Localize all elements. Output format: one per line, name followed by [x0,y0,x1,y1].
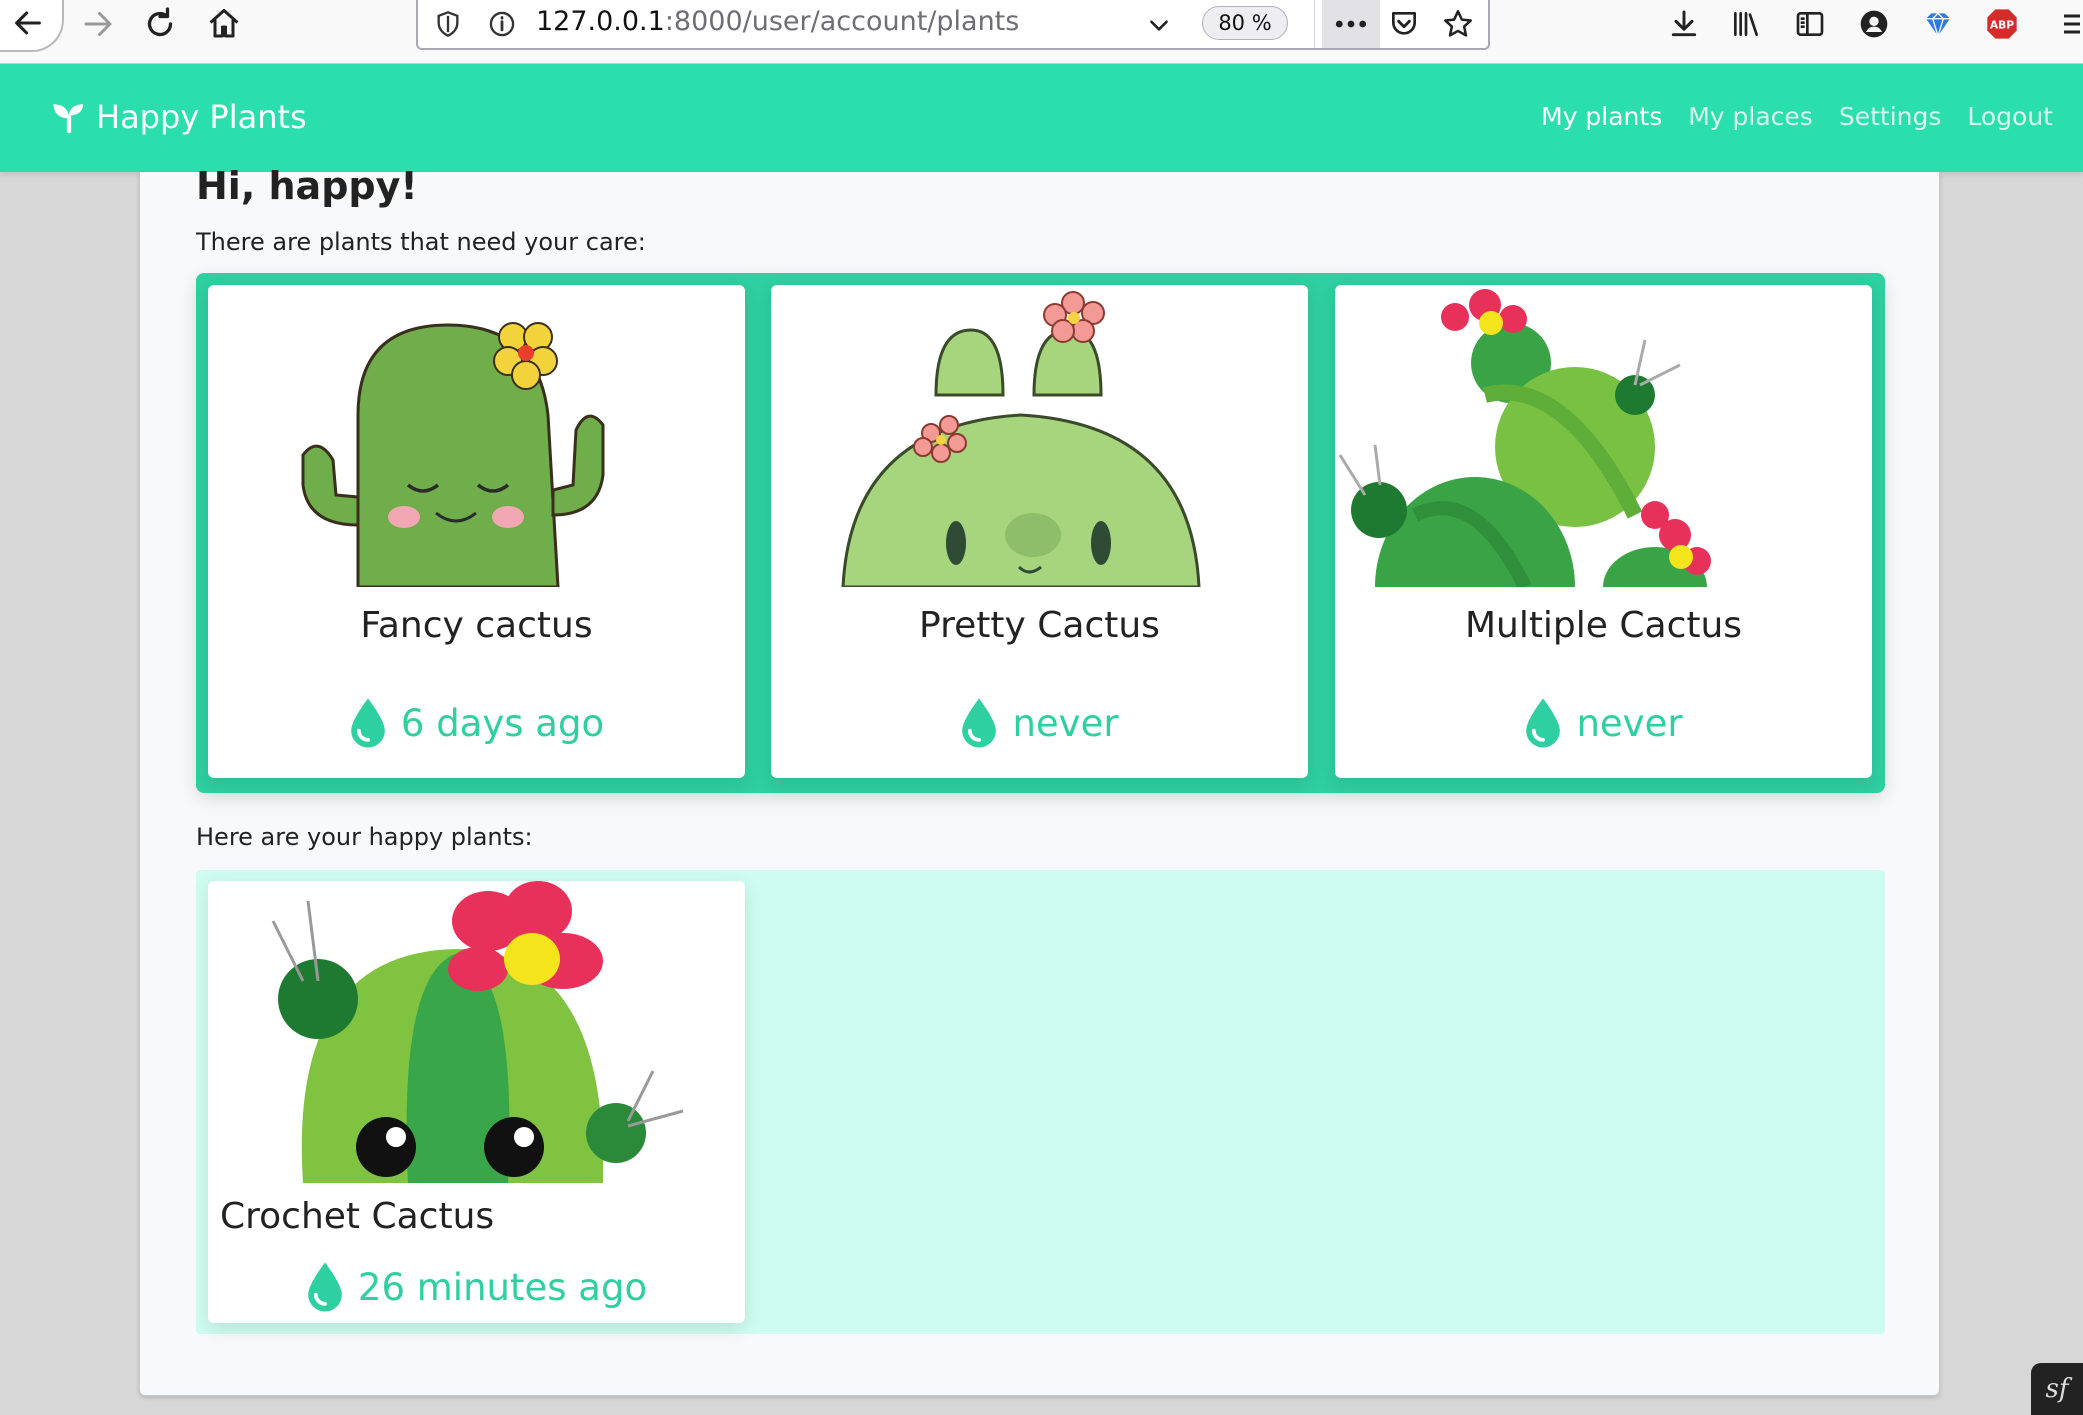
back-arrow-icon [15,11,41,35]
url-host: 127.0.0.1 [536,6,665,37]
water-drop-icon [1526,698,1561,748]
library-icon[interactable] [1726,4,1766,44]
home-button[interactable] [200,0,248,48]
plant-name: Fancy cactus [360,605,593,646]
plant-image [208,285,745,589]
plant-card[interactable]: Multiple Cactus never [1335,285,1872,778]
adblock-label: ABP [1990,19,2014,32]
nav-my-plants[interactable]: My plants [1541,102,1662,131]
nav-logout[interactable]: Logout [1967,102,2053,131]
plant-card[interactable]: Fancy cactus 6 days ago [208,285,745,778]
menu-icon[interactable] [2058,4,2083,44]
forward-button[interactable] [74,0,122,48]
last-watered-text: 6 days ago [400,701,605,745]
info-icon[interactable] [488,10,516,42]
plant-card[interactable]: Pretty Cactus never [771,285,1308,778]
star-icon[interactable] [1442,8,1474,44]
back-button[interactable] [0,0,64,52]
symfony-label: sf [2045,1374,2069,1404]
main-nav: My plants My places Settings Logout [1541,102,2053,131]
last-watered: never [771,697,1308,749]
content-panel: Hi, happy! There are plants that need yo… [139,164,1940,1396]
forward-arrow-icon [84,12,112,36]
zoom-indicator[interactable]: 80 % [1202,6,1288,40]
divider [1314,0,1315,48]
nav-settings[interactable]: Settings [1839,102,1942,131]
plant-image [208,881,745,1183]
plant-card[interactable]: Crochet Cactus 26 minutes ago [208,881,745,1323]
reload-icon [147,7,173,37]
nav-my-places[interactable]: My places [1688,102,1813,131]
home-icon [209,9,239,38]
happy-plants-list: Crochet Cactus 26 minutes ago [196,870,1885,1334]
plant-image [771,285,1308,589]
reload-button[interactable] [136,0,184,48]
happy-section-label: Here are your happy plants: [196,823,533,851]
app-navbar: Happy Plants My plants My places Setting… [0,64,2083,172]
care-section-label: There are plants that need your care: [196,228,646,256]
pocket-icon[interactable] [1388,8,1420,44]
extension-icon[interactable] [1918,4,1958,44]
last-watered-text: 26 minutes ago [357,1265,648,1309]
plant-name: Pretty Cactus [919,605,1160,646]
plant-name: Multiple Cactus [1464,605,1743,646]
care-plants-list: Fancy cactus 6 days ago Pretty Cactus ne… [196,273,1885,793]
last-watered-text: never [1576,701,1683,745]
account-icon[interactable] [1854,4,1894,44]
url-path: :8000/user/account/plants [664,6,1020,37]
last-watered: never [1335,697,1872,749]
leaf-icon [53,104,84,134]
chevron-down-icon[interactable] [1146,12,1172,42]
last-watered: 26 minutes ago [208,1261,745,1313]
brand-name: Happy Plants [96,98,307,136]
water-drop-icon [351,698,385,748]
url-text[interactable]: 127.0.0.1:8000/user/account/plants [536,6,1019,37]
browser-toolbar: 127.0.0.1:8000/user/account/plants 80 % … [0,0,2083,64]
download-icon[interactable] [1664,4,1704,44]
plant-image [1335,285,1872,697]
last-watered-text: never [1012,701,1119,745]
sidebar-icon[interactable] [1790,4,1830,44]
shield-icon[interactable] [434,10,462,42]
adblock-icon[interactable]: ABP [1982,4,2022,44]
more-icon[interactable] [1322,0,1380,48]
water-drop-icon [308,1262,342,1312]
page-title: Hi, happy! [196,164,418,208]
symfony-icon[interactable]: sf [2031,1363,2083,1415]
plant-name: Crochet Cactus [220,1196,495,1237]
address-bar[interactable]: 127.0.0.1:8000/user/account/plants 80 % [416,0,1490,50]
water-drop-icon [962,698,997,748]
brand-link[interactable]: Happy Plants [52,98,307,136]
last-watered: 6 days ago [208,697,745,749]
